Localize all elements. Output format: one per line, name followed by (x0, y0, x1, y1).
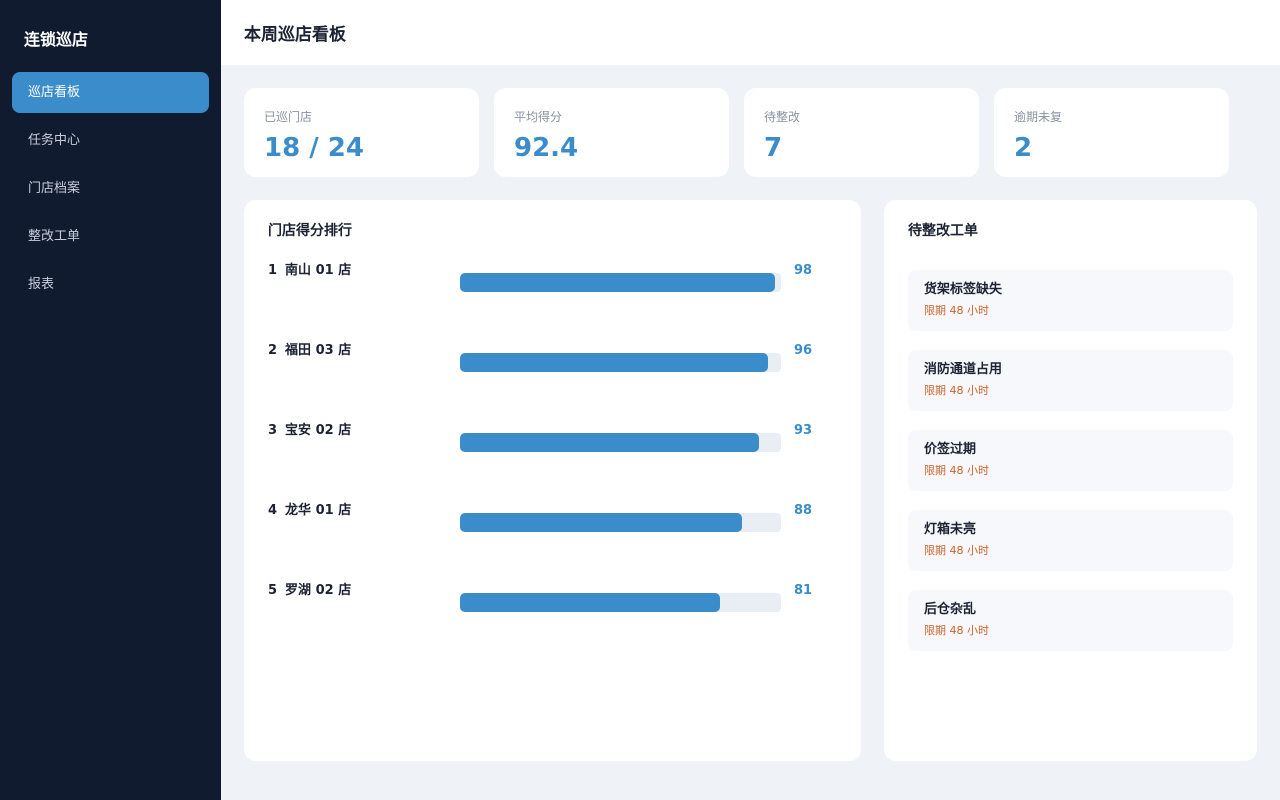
store-score: 93 (794, 423, 813, 438)
top-bar: 本周巡店看板 (221, 0, 1280, 65)
stat-label: 待整改 (764, 110, 801, 124)
app-root: 连锁巡店 巡店看板 任务中心 门店档案 整改工单 报表 本周巡店看板 已巡门店 … (0, 0, 1280, 800)
work-order-name: 后仓杂乱 (924, 602, 977, 617)
store-score: 81 (794, 583, 813, 598)
sidebar-item-reports[interactable]: 报表 (12, 264, 209, 305)
stat-value: 18 / 24 (264, 133, 364, 163)
score-bar-fill (460, 513, 743, 532)
score-bar-fill (460, 433, 759, 452)
ranking-row: 1 南山 01 店 98 (268, 262, 837, 342)
rank-number: 3 (268, 423, 278, 438)
sidebar-nav: 巡店看板 任务中心 门店档案 整改工单 报表 (0, 72, 221, 305)
stat-value: 7 (764, 133, 783, 163)
score-bar-track (460, 353, 781, 372)
score-bar-track (460, 513, 781, 532)
work-order-item[interactable]: 货架标签缺失 限期 48 小时 (908, 270, 1233, 331)
stat-card-inspected: 已巡门店 18 / 24 (244, 88, 479, 177)
work-order-panel: 待整改工单 货架标签缺失 限期 48 小时 消防通道占用 限期 48 小时 价签… (884, 200, 1257, 761)
sidebar-item-tasks[interactable]: 任务中心 (12, 120, 209, 161)
score-bar-track (460, 433, 781, 452)
sidebar-item-dashboard[interactable]: 巡店看板 (12, 72, 209, 113)
score-bar-fill (460, 353, 769, 372)
rank-number: 5 (268, 583, 278, 598)
store-name: 福田 03 店 (285, 343, 352, 358)
rank-number: 1 (268, 263, 278, 278)
ranking-row: 2 福田 03 店 96 (268, 342, 837, 422)
stat-label: 逾期未复 (1014, 110, 1063, 124)
store-name: 宝安 02 店 (285, 423, 352, 438)
ranking-row: 5 罗湖 02 店 81 (268, 582, 837, 662)
rank-label: 4 龙华 01 店 (268, 502, 351, 520)
store-name: 龙华 01 店 (285, 503, 352, 518)
stat-card-overdue: 逾期未复 2 (994, 88, 1229, 177)
store-score: 88 (794, 503, 813, 518)
work-order-title: 待整改工单 (908, 223, 978, 239)
stat-card-average-score: 平均得分 92.4 (494, 88, 729, 177)
score-bar-fill (460, 273, 775, 292)
store-score: 96 (794, 343, 813, 358)
stat-label: 平均得分 (514, 110, 563, 124)
sidebar: 连锁巡店 巡店看板 任务中心 门店档案 整改工单 报表 (0, 0, 221, 800)
ranking-panel: 门店得分排行 1 南山 01 店 98 2 福田 03 店 96 3 宝安 02 店 … (244, 200, 861, 761)
score-bar-track (460, 273, 781, 292)
work-order-item[interactable]: 后仓杂乱 限期 48 小时 (908, 590, 1233, 651)
ranking-row: 3 宝安 02 店 93 (268, 422, 837, 502)
work-order-name: 消防通道占用 (924, 362, 1003, 377)
rank-label: 1 南山 01 店 (268, 262, 351, 280)
rank-label: 3 宝安 02 店 (268, 422, 351, 440)
ranking-title: 门店得分排行 (268, 223, 352, 239)
work-order-name: 价签过期 (924, 442, 977, 457)
rank-number: 2 (268, 343, 278, 358)
main-content: 本周巡店看板 已巡门店 18 / 24 平均得分 92.4 待整改 7 逾期未复… (221, 0, 1280, 800)
work-order-item[interactable]: 价签过期 限期 48 小时 (908, 430, 1233, 491)
sidebar-item-work-orders[interactable]: 整改工单 (12, 216, 209, 257)
work-order-deadline: 限期 48 小时 (924, 544, 989, 557)
work-order-deadline: 限期 48 小时 (924, 464, 989, 477)
store-name: 南山 01 店 (285, 263, 352, 278)
stat-label: 已巡门店 (264, 110, 313, 124)
brand-title: 连锁巡店 (24, 30, 89, 49)
work-order-item[interactable]: 灯箱未亮 限期 48 小时 (908, 510, 1233, 571)
work-order-name: 灯箱未亮 (924, 522, 977, 537)
work-order-name: 货架标签缺失 (924, 282, 1003, 297)
stat-card-pending: 待整改 7 (744, 88, 979, 177)
rank-label: 2 福田 03 店 (268, 342, 351, 360)
work-order-deadline: 限期 48 小时 (924, 384, 989, 397)
stat-value: 92.4 (514, 133, 579, 163)
score-bar-track (460, 593, 781, 612)
page-title: 本周巡店看板 (244, 25, 346, 45)
work-order-deadline: 限期 48 小时 (924, 304, 989, 317)
ranking-row: 4 龙华 01 店 88 (268, 502, 837, 582)
store-score: 98 (794, 263, 813, 278)
stats-row: 已巡门店 18 / 24 平均得分 92.4 待整改 7 逾期未复 2 (244, 88, 1229, 177)
ranking-list: 1 南山 01 店 98 2 福田 03 店 96 3 宝安 02 店 93 4 龙华 … (268, 262, 837, 662)
score-bar-fill (460, 593, 720, 612)
work-order-list: 货架标签缺失 限期 48 小时 消防通道占用 限期 48 小时 价签过期 限期 … (908, 270, 1233, 651)
store-name: 罗湖 02 店 (285, 583, 352, 598)
rank-label: 5 罗湖 02 店 (268, 582, 351, 600)
rank-number: 4 (268, 503, 278, 518)
sidebar-item-stores[interactable]: 门店档案 (12, 168, 209, 209)
stat-value: 2 (1014, 133, 1033, 163)
work-order-deadline: 限期 48 小时 (924, 624, 989, 637)
work-order-item[interactable]: 消防通道占用 限期 48 小时 (908, 350, 1233, 411)
